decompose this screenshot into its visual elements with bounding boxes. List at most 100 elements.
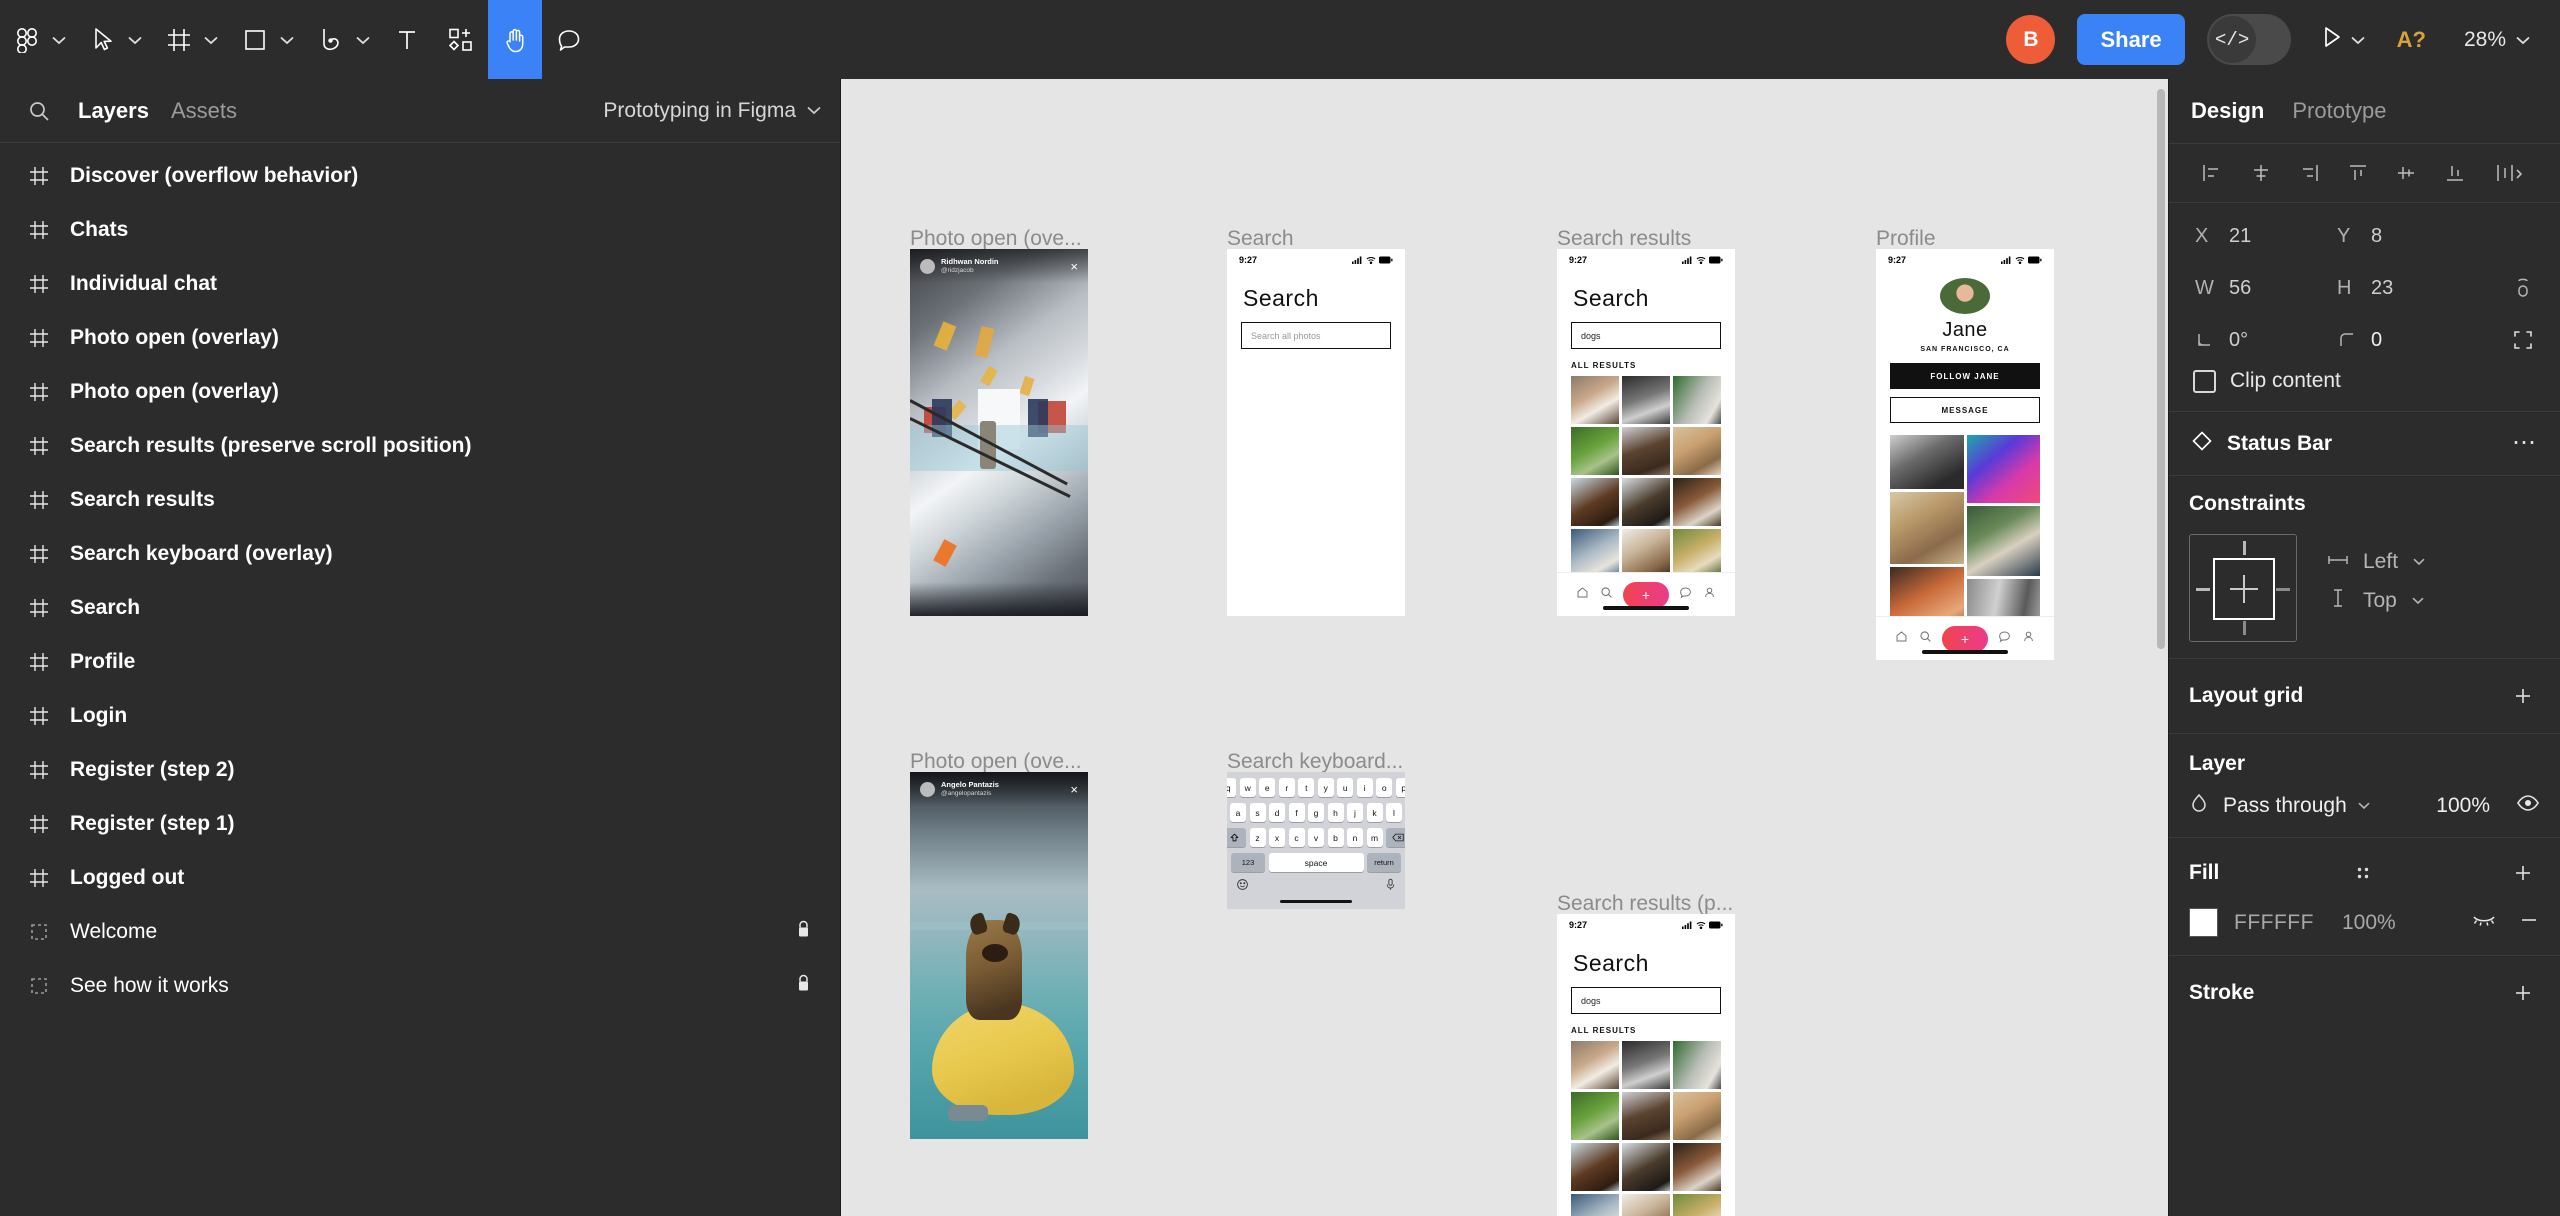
key-d[interactable]: d [1269,803,1285,822]
layer-row[interactable]: Search results [0,473,840,527]
search-icon[interactable] [1600,586,1613,604]
home-icon[interactable] [1895,630,1908,648]
rotation-field[interactable]: 0° [2189,323,2331,357]
chevron-down-icon[interactable] [48,20,70,60]
vertical-constraint-dropdown[interactable]: Top [2327,588,2426,613]
key-f[interactable]: f [1288,803,1305,822]
mic-icon[interactable] [1385,878,1396,896]
search-input[interactable]: dogs [1571,987,1721,1014]
result-thumb[interactable] [1571,1092,1619,1140]
profile-icon[interactable] [2022,630,2035,648]
result-thumb[interactable] [1571,1041,1619,1089]
space-key[interactable]: space [1268,853,1364,872]
result-thumb[interactable] [1571,1194,1619,1216]
add-fill-icon[interactable] [2506,856,2540,890]
key-c[interactable]: c [1288,828,1305,847]
constraint-tick-right[interactable] [2276,588,2290,591]
chat-icon[interactable] [1679,586,1692,604]
tab-assets[interactable]: Assets [171,98,237,124]
key-q[interactable]: q [1227,778,1237,797]
frame-tool-button[interactable] [152,0,228,79]
search-input[interactable]: Search all photos [1241,322,1391,349]
add-layout-grid-icon[interactable] [2506,679,2540,713]
horizontal-constraint-dropdown[interactable]: Left [2327,550,2426,574]
x-field[interactable]: X 21 [2189,219,2331,253]
tab-design[interactable]: Design [2191,98,2264,124]
frame-search-results[interactable]: 9:27 Search dogs ALL RESULTS + [1557,249,1735,616]
zoom-control[interactable]: 28% [2464,20,2534,60]
result-thumb[interactable] [1673,1041,1721,1089]
layer-row[interactable]: Discover (overflow behavior) [0,149,840,203]
layer-row[interactable]: See how it works [0,959,840,1013]
layer-row[interactable]: Photo open (overlay) [0,365,840,419]
constraint-tick-top[interactable] [2243,541,2246,555]
tab-layers[interactable]: Layers [78,98,149,124]
layer-row[interactable]: Login [0,689,840,743]
file-name-dropdown[interactable]: Prototyping in Figma [603,79,822,143]
key-u[interactable]: u [1337,778,1354,797]
align-bottom-icon[interactable] [2436,154,2474,192]
chevron-down-icon[interactable] [2512,20,2534,60]
layer-opacity-value[interactable]: 100% [2436,794,2490,818]
chevron-down-icon[interactable] [200,20,222,60]
comment-tool-button[interactable] [542,0,596,79]
component-more-icon[interactable]: ⋯ [2512,430,2538,455]
key-z[interactable]: z [1249,828,1266,847]
layer-row[interactable]: Individual chat [0,257,840,311]
result-thumb[interactable] [1622,529,1670,577]
shift-key[interactable] [1227,828,1246,847]
emoji-icon[interactable] [1236,878,1249,896]
fill-hex-value[interactable]: FFFFFF [2234,911,2314,935]
frame-photo-open-2[interactable]: Angelo Pantazis @angelopantazis × [910,772,1088,1139]
add-post-button[interactable]: + [1941,625,1988,652]
result-thumb[interactable] [1673,427,1721,475]
hand-tool-button[interactable] [488,0,542,79]
distribute-icon[interactable] [2484,154,2536,192]
layer-row[interactable]: Logged out [0,851,840,905]
layer-row[interactable]: Search [0,581,840,635]
key-n[interactable]: n [1347,828,1363,847]
avatar[interactable]: B [2006,15,2056,64]
result-thumb[interactable] [1622,427,1670,475]
frame-search-keyboard[interactable]: qwertyuiop asdfghjkl zxcvbnm 123 space r… [1227,772,1405,909]
key-v[interactable]: v [1308,828,1324,847]
tab-prototype[interactable]: Prototype [2292,98,2386,124]
figma-menu-button[interactable] [0,0,76,79]
gallery-thumb[interactable] [1966,506,2040,576]
pen-tool-button[interactable] [304,0,380,79]
frame-search[interactable]: 9:27 Search Search all photos [1227,249,1405,616]
gallery-thumb[interactable] [1890,435,1964,489]
result-thumb[interactable] [1622,478,1670,526]
text-tool-button[interactable] [380,0,434,79]
layer-row[interactable]: Welcome [0,905,840,959]
profile-icon[interactable] [1703,586,1716,604]
chevron-down-icon[interactable] [352,20,374,60]
layer-row[interactable]: Photo open (overlay) [0,311,840,365]
hidden-eye-icon[interactable] [2472,913,2496,932]
key-k[interactable]: k [1366,803,1383,822]
clip-content-checkbox[interactable] [2193,369,2216,393]
constraint-tick-bottom[interactable] [2243,621,2246,635]
key-w[interactable]: w [1239,778,1256,797]
layer-row[interactable]: Register (step 2) [0,743,840,797]
backspace-key[interactable] [1386,828,1405,847]
chat-icon[interactable] [1998,630,2011,648]
search-icon[interactable] [1919,630,1932,648]
chevron-down-icon[interactable] [2357,797,2371,815]
numeric-key[interactable]: 123 [1231,853,1265,872]
share-button[interactable]: Share [2077,14,2185,65]
key-l[interactable]: l [1386,803,1402,822]
key-b[interactable]: b [1327,828,1344,847]
search-input[interactable]: dogs [1571,322,1721,349]
corner-radius-field[interactable]: 0 [2331,323,2473,357]
result-thumb[interactable] [1622,1092,1670,1140]
lock-icon[interactable] [795,974,812,999]
result-thumb[interactable] [1571,478,1619,526]
search-icon[interactable] [22,94,56,128]
key-r[interactable]: r [1278,778,1295,797]
frame-photo-open-1[interactable]: Ridhwan Nordin @ridzjacob × [910,249,1088,616]
chevron-down-icon[interactable] [2347,20,2369,60]
result-thumb[interactable] [1673,1194,1721,1216]
result-thumb[interactable] [1622,1143,1670,1191]
move-tool-button[interactable] [76,0,152,79]
